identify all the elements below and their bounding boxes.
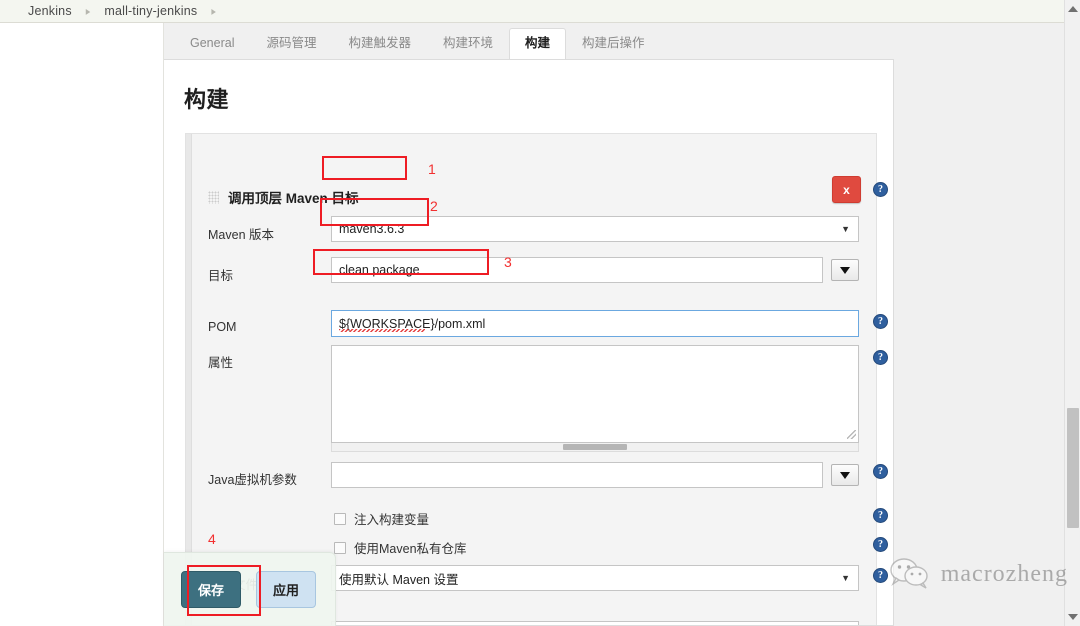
goals-dropdown-button[interactable] — [831, 259, 859, 281]
save-button[interactable]: 保存 — [181, 571, 241, 608]
apply-button[interactable]: 应用 — [256, 571, 316, 608]
breadcrumb: Jenkins ▸ mall-tiny-jenkins ▸ — [0, 0, 1064, 23]
chevron-down-icon-maven-version: ▼ — [841, 224, 850, 234]
help-icon-use-private-repo[interactable]: ? — [873, 537, 888, 552]
label-maven-version: Maven 版本 — [208, 224, 318, 243]
triangle-down-icon-jvm — [840, 472, 850, 479]
help-icon-pom[interactable]: ? — [873, 314, 888, 329]
form-action-bar: 保存 应用 — [164, 552, 336, 626]
global-settings-file-select[interactable]: 使用默认 Maven 全局设置 ▼ — [331, 621, 859, 626]
label-jvm-options: Java虚拟机参数 — [208, 469, 328, 488]
scroll-up-arrow-icon[interactable] — [1068, 6, 1078, 12]
label-goals: 目标 — [208, 265, 318, 284]
configure-panel: 构建 调用顶层 Maven 目标 x ? Maven 版本 maven3.6.3… — [164, 59, 894, 626]
jvm-options-dropdown-button[interactable] — [831, 464, 859, 486]
label-pom: POM — [208, 320, 318, 334]
label-inject-build-vars: 注入构建变量 — [354, 509, 429, 528]
maven-version-value: maven3.6.3 — [339, 222, 404, 236]
properties-horizontal-scrollbar[interactable] — [331, 443, 859, 452]
label-use-private-repo: 使用Maven私有仓库 — [354, 538, 467, 557]
scrollbar-thumb-vertical[interactable] — [1067, 408, 1079, 528]
tab-build[interactable]: 构建 — [509, 28, 566, 59]
goals-input[interactable] — [331, 257, 823, 283]
tab-build-env[interactable]: 构建环境 — [427, 28, 509, 59]
build-step-title: 调用顶层 Maven 目标 — [228, 187, 359, 207]
checkbox-inject-build-vars[interactable] — [334, 513, 346, 525]
inject-build-vars-row[interactable]: 注入构建变量 — [334, 509, 429, 528]
breadcrumb-separator-icon: ▸ — [86, 4, 91, 18]
breadcrumb-item-jenkins[interactable]: Jenkins — [28, 4, 72, 18]
tab-post-build[interactable]: 构建后操作 — [566, 28, 661, 59]
tab-general[interactable]: General — [174, 28, 250, 59]
help-icon-inject-build-vars[interactable]: ? — [873, 508, 888, 523]
properties-textarea[interactable] — [331, 345, 859, 443]
tab-build-triggers[interactable]: 构建触发器 — [333, 28, 428, 59]
config-tab-bar: General 源码管理 构建触发器 构建环境 构建 构建后操作 — [164, 23, 1064, 59]
main-content: General 源码管理 构建触发器 构建环境 构建 构建后操作 构建 调用顶层… — [164, 23, 1064, 626]
breadcrumb-separator-icon-2: ▸ — [211, 4, 216, 18]
settings-file-select[interactable]: 使用默认 Maven 设置 ▼ — [331, 565, 859, 591]
page-title: 构建 — [184, 82, 229, 114]
maven-version-select[interactable]: maven3.6.3 ▼ — [331, 216, 859, 242]
settings-file-value: 使用默认 Maven 设置 — [339, 569, 458, 588]
scroll-down-arrow-icon[interactable] — [1068, 614, 1078, 620]
help-icon-settings-file[interactable]: ? — [873, 568, 888, 583]
help-icon-properties[interactable]: ? — [873, 350, 888, 365]
jvm-options-input[interactable] — [331, 462, 823, 488]
triangle-down-icon-goals — [840, 267, 850, 274]
help-icon-jvm-options[interactable]: ? — [873, 464, 888, 479]
properties-textarea-wrap — [331, 345, 859, 443]
remove-build-step-button[interactable]: x — [832, 176, 861, 203]
label-properties: 属性 — [208, 352, 318, 371]
tab-scm[interactable]: 源码管理 — [250, 28, 332, 59]
breadcrumb-item-job[interactable]: mall-tiny-jenkins — [104, 4, 197, 18]
page-scrollbar[interactable] — [1064, 0, 1080, 626]
help-icon-build-step[interactable]: ? — [873, 182, 888, 197]
build-step-header: 调用顶层 Maven 目标 — [208, 187, 359, 207]
left-sidebar — [0, 23, 164, 626]
scrollbar-thumb[interactable] — [563, 444, 626, 450]
pom-input[interactable] — [331, 310, 859, 337]
drag-handle-icon[interactable] — [208, 191, 219, 204]
use-private-repo-row[interactable]: 使用Maven私有仓库 — [334, 538, 467, 557]
chevron-down-icon-settings-file: ▼ — [841, 573, 850, 583]
jenkins-configure-page: Jenkins ▸ mall-tiny-jenkins ▸ General 源码… — [0, 0, 1080, 626]
checkbox-use-private-repo[interactable] — [334, 542, 346, 554]
